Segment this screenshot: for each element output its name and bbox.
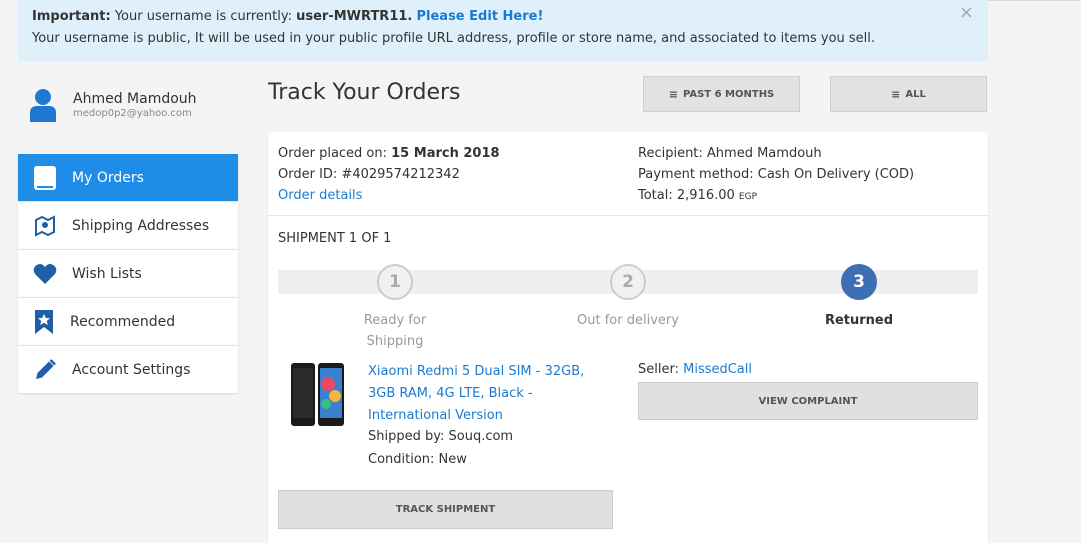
sidebar-item-label: Wish Lists [72, 265, 142, 282]
step-1-label-line1: Ready for [363, 313, 427, 328]
menu-bars-icon: ≡ [668, 87, 678, 101]
order-total: Total: 2,916.00 EGP [638, 185, 914, 208]
recipient: Recipient: Ahmed Mamdouh [638, 146, 822, 161]
product-title-link[interactable]: Xiaomi Redmi 5 Dual SIM - 32GB, 3GB RAM,… [368, 361, 608, 427]
step-1-circle: 1 [377, 264, 413, 300]
step-1-label-line2: Shipping [366, 334, 424, 349]
step-3-circle: 3 [841, 264, 877, 300]
alert-line-1: Important: Your username is currently: u… [32, 6, 974, 28]
order-details-link[interactable]: Order details [278, 185, 500, 206]
page-title: Track Your Orders [268, 80, 461, 105]
all-orders-button[interactable]: ≡ ALL [830, 76, 987, 112]
pencil-icon [18, 358, 72, 382]
product-image[interactable] [288, 362, 346, 428]
sidebar-item-my-orders[interactable]: My Orders [18, 154, 238, 202]
map-icon [18, 214, 72, 237]
step-2-circle: 2 [610, 264, 646, 300]
sidebar-item-account-settings[interactable]: Account Settings [18, 346, 238, 393]
sidebar-item-label: Account Settings [72, 361, 191, 378]
sidebar-item-shipping-addresses[interactable]: Shipping Addresses [18, 202, 238, 250]
sidebar-menu: My Orders Shipping Addresses Wish Lists … [18, 154, 238, 393]
heart-icon [18, 263, 72, 285]
alert-username: user-MWRTR11. [296, 9, 413, 24]
seller-info: Seller: MissedCall [638, 362, 752, 377]
user-profile: Ahmed Mamdouh medop0p2@yahoo.com [18, 84, 238, 134]
book-icon [18, 164, 72, 192]
order-id: Order ID: #4029574212342 [278, 167, 460, 182]
currency: EGP [738, 192, 757, 202]
past-6-months-button[interactable]: ≡ PAST 6 MONTHS [643, 76, 800, 112]
seller-link[interactable]: MissedCall [683, 362, 752, 377]
user-name: Ahmed Mamdouh [73, 91, 197, 107]
shipped-by: Shipped by: Souq.com [368, 429, 514, 444]
order-recipient-info: Recipient: Ahmed Mamdouh Payment method:… [638, 143, 914, 208]
product-title-line2: 3GB RAM, 4G LTE, Black - [368, 386, 533, 401]
track-shipment-button[interactable]: TRACK SHIPMENT [278, 490, 613, 529]
sidebar-item-wish-lists[interactable]: Wish Lists [18, 250, 238, 298]
close-icon[interactable]: × [959, 2, 974, 24]
step-1-label: Ready for Shipping [325, 310, 465, 352]
username-alert: Important: Your username is currently: u… [18, 0, 988, 61]
step-2-label: Out for delivery [577, 313, 679, 328]
product-title-line3: International Version [368, 408, 503, 423]
product-condition: Condition: New [368, 452, 467, 467]
shipment-label: SHIPMENT 1 OF 1 [278, 231, 392, 246]
product-title-line1: Xiaomi Redmi 5 Dual SIM - 32GB, [368, 364, 585, 379]
bookmark-star-icon [18, 309, 70, 335]
edit-username-link[interactable]: Please Edit Here! [417, 9, 544, 24]
order-card: Order placed on: 15 March 2018 Order ID:… [268, 132, 988, 543]
order-placed-date: 15 March 2018 [391, 146, 500, 161]
sidebar-item-label: Recommended [70, 313, 176, 330]
seller-label: Seller: [638, 362, 684, 377]
sidebar-item-label: My Orders [72, 169, 144, 186]
order-placed-label: Order placed on: [278, 146, 392, 161]
all-label: ALL [905, 88, 926, 100]
alert-line-2: Your username is public, It will be used… [32, 31, 876, 46]
payment-method: Payment method: Cash On Delivery (COD) [638, 167, 915, 182]
past-6-months-label: PAST 6 MONTHS [682, 88, 775, 100]
view-complaint-button[interactable]: VIEW COMPLAINT [638, 382, 978, 420]
sidebar-item-recommended[interactable]: Recommended [18, 298, 238, 346]
sidebar-item-label: Shipping Addresses [72, 217, 210, 234]
top-divider [988, 0, 1081, 1]
alert-text: Your username is currently: [110, 9, 297, 24]
step-3-label: Returned [824, 313, 894, 328]
menu-bars-icon: ≡ [891, 87, 901, 101]
alert-important-label: Important: [32, 9, 111, 24]
total-label: Total: 2,916.00 [638, 188, 735, 203]
user-icon [30, 89, 56, 122]
user-email: medop0p2@yahoo.com [73, 108, 192, 119]
card-divider [268, 215, 988, 216]
order-summary: Order placed on: 15 March 2018 Order ID:… [278, 143, 500, 206]
order-placed: Order placed on: 15 March 2018 [278, 143, 500, 164]
